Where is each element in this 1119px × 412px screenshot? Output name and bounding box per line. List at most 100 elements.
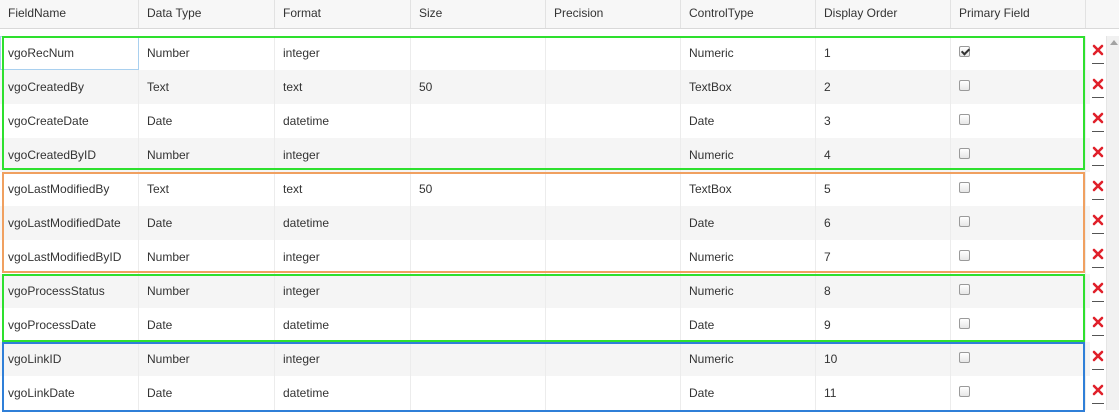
cell-controltype[interactable]: Numeric — [681, 138, 816, 172]
delete-x-icon[interactable] — [1092, 146, 1106, 166]
cell-primary-field[interactable] — [951, 342, 1086, 376]
cell-primary-field[interactable] — [951, 308, 1086, 342]
cell-precision[interactable] — [546, 376, 681, 410]
cell-format[interactable]: text — [275, 172, 411, 206]
cell-primary-field[interactable] — [951, 240, 1086, 274]
delete-x-icon[interactable] — [1092, 44, 1106, 64]
cell-controltype[interactable]: Date — [681, 206, 816, 240]
cell-precision[interactable] — [546, 240, 681, 274]
delete-x-icon[interactable] — [1092, 282, 1106, 302]
checkbox-icon[interactable] — [959, 250, 970, 261]
cell-primary-field[interactable] — [951, 172, 1086, 206]
delete-x-icon[interactable] — [1092, 180, 1106, 200]
cell-fieldname[interactable]: vgoLastModifiedBy — [0, 172, 139, 206]
cell-display-order[interactable]: 11 — [816, 376, 951, 410]
cell-display-order[interactable]: 10 — [816, 342, 951, 376]
cell-format[interactable]: text — [275, 70, 411, 104]
col-header-primary-field[interactable]: Primary Field — [951, 0, 1086, 28]
cell-display-order[interactable]: 2 — [816, 70, 951, 104]
cell-format[interactable]: integer — [275, 36, 411, 70]
vertical-scrollbar[interactable] — [1106, 36, 1119, 410]
cell-size[interactable] — [411, 274, 546, 308]
cell-fieldname[interactable]: vgoCreatedByID — [0, 138, 139, 172]
cell-format[interactable]: integer — [275, 240, 411, 274]
delete-x-icon[interactable] — [1092, 214, 1106, 234]
checkbox-icon[interactable] — [959, 114, 970, 125]
scroll-up-arrow-icon[interactable] — [1110, 40, 1118, 45]
checkbox-icon[interactable] — [959, 352, 970, 363]
cell-precision[interactable] — [546, 70, 681, 104]
cell-data-type[interactable]: Date — [139, 376, 275, 410]
cell-format[interactable]: datetime — [275, 376, 411, 410]
table-row[interactable]: vgoRecNum Number integer Numeric 1 — [0, 36, 1104, 70]
cell-precision[interactable] — [546, 172, 681, 206]
cell-size[interactable] — [411, 206, 546, 240]
col-header-data-type[interactable]: Data Type — [139, 0, 275, 28]
table-row[interactable]: vgoLinkID Number integer Numeric 10 — [0, 342, 1104, 376]
cell-format[interactable]: datetime — [275, 206, 411, 240]
table-row[interactable]: vgoLastModifiedDate Date datetime Date 6 — [0, 206, 1104, 240]
col-header-display-order[interactable]: Display Order — [816, 0, 951, 28]
checkbox-icon[interactable] — [959, 216, 970, 227]
cell-format[interactable]: datetime — [275, 308, 411, 342]
cell-size[interactable]: 50 — [411, 172, 546, 206]
delete-x-icon[interactable] — [1092, 384, 1106, 404]
cell-display-order[interactable]: 3 — [816, 104, 951, 138]
table-row[interactable]: vgoCreatedByID Number integer Numeric 4 — [0, 138, 1104, 172]
cell-size[interactable] — [411, 308, 546, 342]
delete-x-icon[interactable] — [1092, 248, 1106, 268]
cell-display-order[interactable]: 1 — [816, 36, 951, 70]
table-row[interactable]: vgoProcessDate Date datetime Date 9 — [0, 308, 1104, 342]
cell-precision[interactable] — [546, 138, 681, 172]
cell-format[interactable]: integer — [275, 342, 411, 376]
cell-precision[interactable] — [546, 206, 681, 240]
cell-size[interactable] — [411, 138, 546, 172]
cell-primary-field[interactable] — [951, 376, 1086, 410]
delete-x-icon[interactable] — [1092, 112, 1106, 132]
table-row[interactable]: vgoCreatedBy Text text 50 TextBox 2 — [0, 70, 1104, 104]
checkbox-icon[interactable] — [959, 386, 970, 397]
cell-size[interactable] — [411, 240, 546, 274]
cell-size[interactable] — [411, 342, 546, 376]
cell-display-order[interactable]: 5 — [816, 172, 951, 206]
cell-display-order[interactable]: 6 — [816, 206, 951, 240]
cell-controltype[interactable]: TextBox — [681, 172, 816, 206]
cell-data-type[interactable]: Date — [139, 104, 275, 138]
cell-controltype[interactable]: Numeric — [681, 36, 816, 70]
cell-controltype[interactable]: Numeric — [681, 274, 816, 308]
cell-fieldname[interactable]: vgoLinkDate — [0, 376, 139, 410]
checkbox-icon[interactable] — [959, 182, 970, 193]
cell-data-type[interactable]: Text — [139, 70, 275, 104]
cell-display-order[interactable]: 4 — [816, 138, 951, 172]
delete-x-icon[interactable] — [1092, 78, 1106, 98]
col-header-fieldname[interactable]: FieldName — [0, 0, 139, 28]
cell-precision[interactable] — [546, 342, 681, 376]
cell-display-order[interactable]: 7 — [816, 240, 951, 274]
cell-fieldname[interactable]: vgoLinkID — [0, 342, 139, 376]
cell-data-type[interactable]: Text — [139, 172, 275, 206]
cell-fieldname[interactable]: vgoCreatedBy — [0, 70, 139, 104]
cell-primary-field[interactable] — [951, 36, 1086, 70]
cell-format[interactable]: integer — [275, 138, 411, 172]
cell-controltype[interactable]: Date — [681, 308, 816, 342]
cell-primary-field[interactable] — [951, 274, 1086, 308]
cell-data-type[interactable]: Date — [139, 308, 275, 342]
cell-precision[interactable] — [546, 104, 681, 138]
delete-x-icon[interactable] — [1092, 316, 1106, 336]
cell-primary-field[interactable] — [951, 104, 1086, 138]
table-row[interactable]: vgoProcessStatus Number integer Numeric 8 — [0, 274, 1104, 308]
table-row[interactable]: vgoLastModifiedBy Text text 50 TextBox 5 — [0, 172, 1104, 206]
cell-size[interactable] — [411, 36, 546, 70]
cell-controltype[interactable]: Numeric — [681, 240, 816, 274]
cell-format[interactable]: datetime — [275, 104, 411, 138]
cell-data-type[interactable]: Date — [139, 206, 275, 240]
cell-fieldname[interactable]: vgoProcessDate — [0, 308, 139, 342]
cell-controltype[interactable]: TextBox — [681, 70, 816, 104]
cell-size[interactable] — [411, 104, 546, 138]
cell-data-type[interactable]: Number — [139, 240, 275, 274]
checkbox-icon[interactable] — [959, 46, 970, 57]
cell-precision[interactable] — [546, 274, 681, 308]
cell-display-order[interactable]: 8 — [816, 274, 951, 308]
cell-primary-field[interactable] — [951, 138, 1086, 172]
table-row[interactable]: vgoLastModifiedByID Number integer Numeric 7 — [0, 240, 1104, 274]
